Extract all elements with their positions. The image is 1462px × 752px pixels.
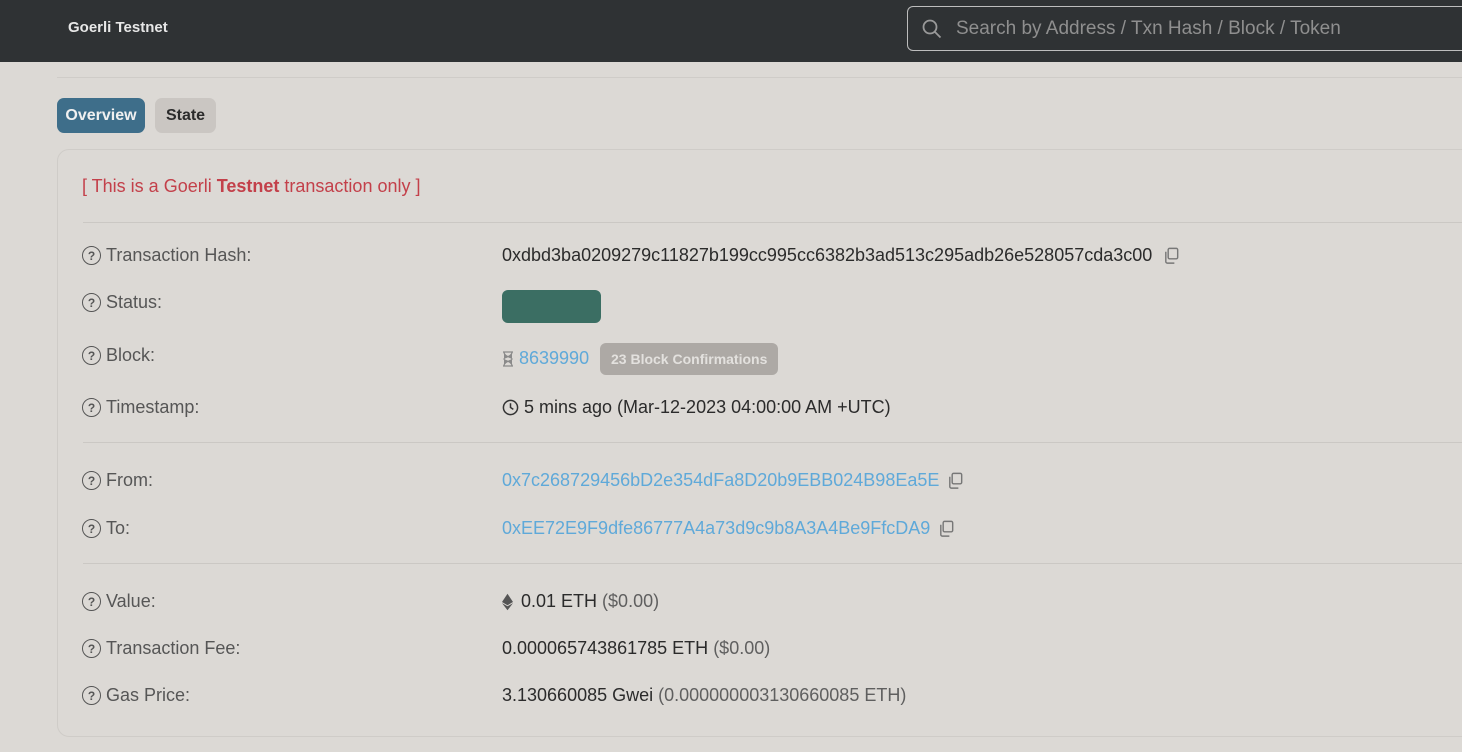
timestamp-label-text: Timestamp: [106,397,200,417]
status-badge [502,290,601,323]
search-icon [922,19,942,38]
value-row: 0.01 ETH ($0.00) [502,591,659,612]
to-label: ? To: [82,518,130,539]
divider [83,222,1462,223]
testnet-notice: [ This is a Goerli Testnet transaction o… [82,176,420,197]
value-usd: ($0.00) [602,591,660,611]
timestamp-value-row: 5 mins ago (Mar-12-2023 04:00:00 AM +UTC… [502,397,891,418]
to-value-row: 0xEE72E9F9dfe86777A4a73d9c9b8A3A4Be9FfcD… [502,518,956,539]
copy-icon[interactable] [1162,246,1181,265]
fee-amount: 0.000065743861785 ETH [502,638,709,658]
block-label-text: Block: [106,345,156,365]
value-amount: 0.01 ETH [521,591,598,611]
divider [57,77,1462,78]
tx-hash-label-text: Transaction Hash: [106,245,252,265]
divider [83,442,1462,443]
search-input[interactable] [956,17,1456,40]
help-icon[interactable]: ? [82,592,101,611]
help-icon[interactable]: ? [82,471,101,490]
help-icon[interactable]: ? [82,293,101,312]
notice-prefix: [ This is a Goerli [82,176,217,196]
hourglass-icon [503,350,513,367]
gas-price-row: 3.130660085 Gwei (0.000000003130660085 E… [502,685,906,706]
gas-price-amount: 3.130660085 Gwei [502,685,654,705]
block-label: ? Block: [82,345,155,366]
tab-state[interactable]: State [155,98,216,133]
help-icon[interactable]: ? [82,639,101,658]
clock-icon [502,399,519,416]
tab-overview[interactable]: Overview [57,98,145,133]
help-icon[interactable]: ? [82,346,101,365]
block-value-row: 8639990 [502,348,589,369]
fee-label: ? Transaction Fee: [82,638,240,659]
from-value-row: 0x7c268729456bD2e354dFa8D20b9EBB024B98Ea… [502,470,965,491]
from-label: ? From: [82,470,153,491]
fee-label-text: Transaction Fee: [106,638,241,658]
search-box[interactable] [907,6,1462,51]
help-icon[interactable]: ? [82,519,101,538]
to-address-link[interactable]: 0xEE72E9F9dfe86777A4a73d9c9b8A3A4Be9FfcD… [502,518,930,539]
top-navbar: Goerli Testnet [0,0,1462,62]
from-address-link[interactable]: 0x7c268729456bD2e354dFa8D20b9EBB024B98Ea… [502,470,939,491]
block-number-link[interactable]: 8639990 [519,348,589,369]
value-label: ? Value: [82,591,156,612]
help-icon[interactable]: ? [82,246,101,265]
tx-hash-value-row: 0xdbd3ba0209279c11827b199cc995cc6382b3ad… [502,245,1181,266]
help-icon[interactable]: ? [82,686,101,705]
brand-title[interactable]: Goerli Testnet [68,19,168,36]
help-icon[interactable]: ? [82,398,101,417]
gas-price-eth: (0.000000003130660085 ETH) [658,685,907,705]
copy-icon[interactable] [937,519,956,538]
copy-icon[interactable] [946,471,965,490]
gas-price-label-text: Gas Price: [106,685,191,705]
to-label-text: To: [106,518,131,538]
tx-hash-label: ? Transaction Hash: [82,245,251,266]
status-label-text: Status: [106,292,163,312]
notice-bold: Testnet [216,176,280,196]
timestamp-label: ? Timestamp: [82,397,199,418]
fee-row: 0.000065743861785 ETH ($0.00) [502,638,770,659]
status-label: ? Status: [82,292,162,313]
divider [83,563,1462,564]
from-label-text: From: [106,470,153,490]
block-confirmations-badge: 23 Block Confirmations [600,343,779,375]
fee-usd: ($0.00) [713,638,771,658]
value-label-text: Value: [106,591,156,611]
timestamp-value: 5 mins ago (Mar-12-2023 04:00:00 AM +UTC… [524,397,891,417]
tx-hash-value: 0xdbd3ba0209279c11827b199cc995cc6382b3ad… [502,245,1153,265]
ethereum-icon [502,593,513,610]
gas-price-label: ? Gas Price: [82,685,190,706]
notice-suffix: transaction only ] [279,176,421,196]
